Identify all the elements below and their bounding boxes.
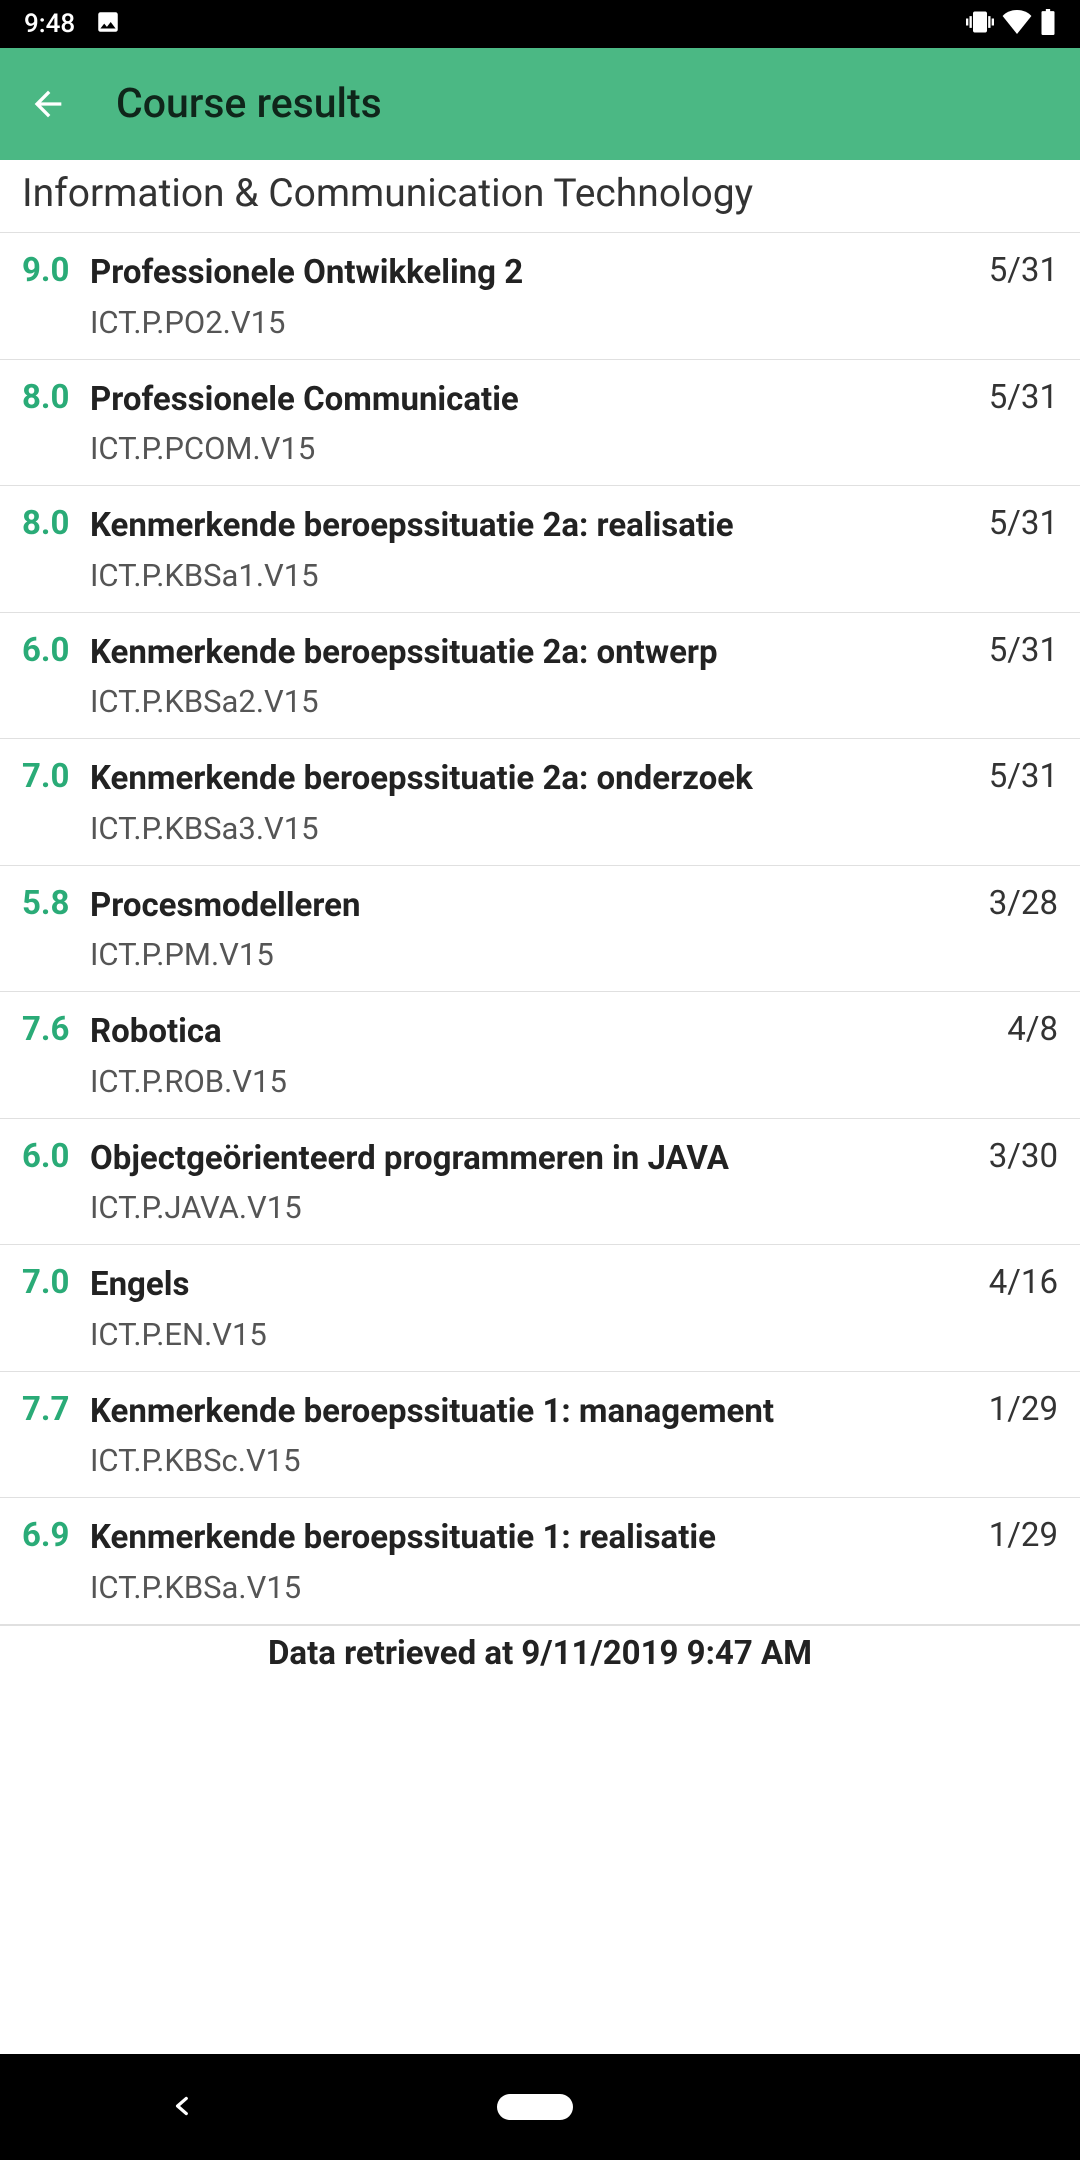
course-list[interactable]: 9.0 Professionele Ontwikkeling 2 ICT.P.P… [0, 233, 1080, 1625]
navigation-bar [0, 2054, 1080, 2160]
section-header: Information & Communication Technology [0, 160, 1080, 233]
course-code: ICT.P.PO2.V15 [90, 304, 973, 341]
course-grade: 7.7 [22, 1390, 90, 1429]
course-name: Professionele Ontwikkeling 2 [90, 251, 973, 296]
course-grade: 6.0 [22, 1137, 90, 1176]
course-grade: 5.8 [22, 884, 90, 923]
course-date: 4/16 [989, 1263, 1058, 1302]
back-button[interactable] [24, 80, 72, 128]
course-grade: 6.9 [22, 1516, 90, 1555]
course-item[interactable]: 6.0 Objectgeörienteerd programmeren in J… [0, 1119, 1080, 1246]
course-grade: 6.0 [22, 631, 90, 670]
wifi-icon [1002, 10, 1032, 38]
course-name: Kenmerkende beroepssituatie 2a: ontwerp [90, 631, 973, 676]
course-code: ICT.P.EN.V15 [90, 1316, 973, 1353]
vibrate-icon [966, 8, 994, 40]
image-icon [95, 9, 121, 39]
nav-home-button[interactable] [497, 2094, 573, 2120]
course-code: ICT.P.KBSa3.V15 [90, 810, 973, 847]
course-date: 4/8 [1007, 1010, 1058, 1049]
course-name: Kenmerkende beroepssituatie 2a: onderzoe… [90, 757, 973, 802]
course-code: ICT.P.JAVA.V15 [90, 1189, 973, 1226]
page-title: Course results [116, 80, 382, 128]
nav-back-button[interactable] [170, 2086, 196, 2128]
course-item[interactable]: 7.0 Kenmerkende beroepssituatie 2a: onde… [0, 739, 1080, 866]
course-date: 5/31 [989, 251, 1058, 290]
status-time: 9:48 [24, 9, 75, 39]
course-grade: 7.6 [22, 1010, 90, 1049]
course-grade: 9.0 [22, 251, 90, 290]
course-code: ICT.P.PCOM.V15 [90, 430, 973, 467]
footer-timestamp: Data retrieved at 9/11/2019 9:47 AM [0, 1625, 1080, 1685]
course-grade: 7.0 [22, 1263, 90, 1302]
course-name: Kenmerkende beroepssituatie 2a: realisat… [90, 504, 973, 549]
course-grade: 8.0 [22, 504, 90, 543]
course-date: 3/30 [989, 1137, 1058, 1176]
course-item[interactable]: 8.0 Kenmerkende beroepssituatie 2a: real… [0, 486, 1080, 613]
course-item[interactable]: 7.0 Engels ICT.P.EN.V15 4/16 [0, 1245, 1080, 1372]
course-date: 1/29 [989, 1390, 1058, 1429]
course-name: Procesmodelleren [90, 884, 973, 929]
course-code: ICT.P.KBSa.V15 [90, 1569, 973, 1606]
course-date: 5/31 [989, 631, 1058, 670]
course-name: Engels [90, 1263, 973, 1308]
course-name: Professionele Communicatie [90, 378, 973, 423]
course-code: ICT.P.KBSa2.V15 [90, 683, 973, 720]
status-bar: 9:48 [0, 0, 1080, 48]
course-date: 5/31 [989, 757, 1058, 796]
course-name: Robotica [90, 1010, 991, 1055]
course-grade: 7.0 [22, 757, 90, 796]
course-code: ICT.P.PM.V15 [90, 936, 973, 973]
course-name: Objectgeörienteerd programmeren in JAVA [90, 1137, 973, 1182]
course-code: ICT.P.KBSa1.V15 [90, 557, 973, 594]
battery-icon [1040, 9, 1056, 39]
main-content: Information & Communication Technology 9… [0, 160, 1080, 2054]
course-item[interactable]: 6.9 Kenmerkende beroepssituatie 1: reali… [0, 1498, 1080, 1625]
app-bar: Course results [0, 48, 1080, 160]
course-code: ICT.P.KBSc.V15 [90, 1442, 973, 1479]
course-name: Kenmerkende beroepssituatie 1: realisati… [90, 1516, 973, 1561]
course-item[interactable]: 8.0 Professionele Communicatie ICT.P.PCO… [0, 360, 1080, 487]
course-date: 3/28 [989, 884, 1058, 923]
course-item[interactable]: 6.0 Kenmerkende beroepssituatie 2a: ontw… [0, 613, 1080, 740]
course-grade: 8.0 [22, 378, 90, 417]
course-item[interactable]: 5.8 Procesmodelleren ICT.P.PM.V15 3/28 [0, 866, 1080, 993]
course-code: ICT.P.ROB.V15 [90, 1063, 991, 1100]
course-item[interactable]: 7.6 Robotica ICT.P.ROB.V15 4/8 [0, 992, 1080, 1119]
course-item[interactable]: 9.0 Professionele Ontwikkeling 2 ICT.P.P… [0, 233, 1080, 360]
course-date: 1/29 [989, 1516, 1058, 1555]
course-name: Kenmerkende beroepssituatie 1: managemen… [90, 1390, 973, 1435]
course-item[interactable]: 7.7 Kenmerkende beroepssituatie 1: manag… [0, 1372, 1080, 1499]
course-date: 5/31 [989, 378, 1058, 417]
course-date: 5/31 [989, 504, 1058, 543]
